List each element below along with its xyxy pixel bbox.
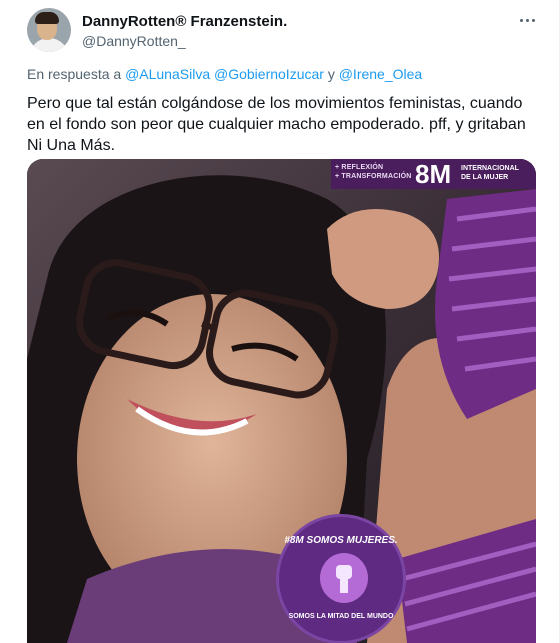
more-icon[interactable] xyxy=(512,8,542,32)
author-handle[interactable]: @DannyRotten_ xyxy=(82,33,186,49)
banner-line: INTERNACIONAL xyxy=(461,165,519,172)
reply-context: En respuesta a @ALunaSilva @GobiernoIzuc… xyxy=(27,66,422,82)
author-display-name[interactable]: DannyRotten® Franzenstein. xyxy=(82,13,287,30)
tweet-text: Pero que tal están colgándose de los mov… xyxy=(27,95,526,154)
mention-link[interactable]: @ALunaSilva xyxy=(125,66,210,82)
mention-link[interactable]: @GobiernoIzucar xyxy=(214,66,324,82)
campaign-badge: #8M SOMOS MUJERES. SOMOS LA MITAD DEL MU… xyxy=(276,514,406,643)
tweet-media-image[interactable]: + REFLEXIÓN + TRANSFORMACIÓN 8M INTERNAC… xyxy=(27,159,536,643)
raised-fist-icon xyxy=(320,553,368,603)
event-banner: + REFLEXIÓN + TRANSFORMACIÓN 8M INTERNAC… xyxy=(331,159,536,189)
avatar[interactable] xyxy=(27,8,71,52)
banner-line: DE LA MUJER xyxy=(461,174,509,181)
tweet-card[interactable]: DannyRotten® Franzenstein. @DannyRotten_… xyxy=(0,0,560,643)
banner-line: + TRANSFORMACIÓN xyxy=(335,173,412,180)
badge-bottom-text: SOMOS LA MITAD DEL MUNDO xyxy=(288,613,394,620)
banner-line: + REFLEXIÓN xyxy=(335,164,384,171)
mention-link[interactable]: @Irene_Olea xyxy=(339,66,422,82)
banner-title: 8M xyxy=(415,159,452,189)
reply-connector: y xyxy=(327,66,335,82)
badge-top-text: #8M SOMOS MUJERES. xyxy=(284,535,398,546)
reply-prefix: En respuesta a xyxy=(27,66,122,82)
